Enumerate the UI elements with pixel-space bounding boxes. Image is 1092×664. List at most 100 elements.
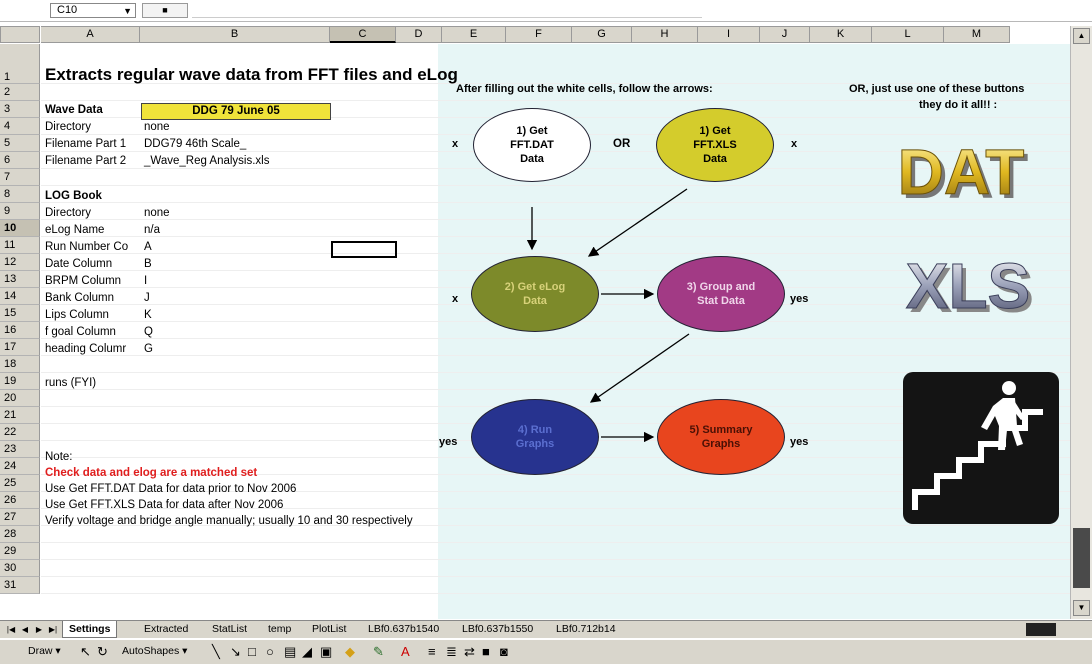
formula-input[interactable]	[192, 3, 702, 18]
shadow-icon[interactable]: ■	[482, 644, 490, 659]
row-header-24[interactable]: 24	[0, 458, 40, 475]
sheet-tab-settings[interactable]: Settings	[62, 621, 118, 638]
autoshapes-menu-button[interactable]: AutoShapes ▾	[122, 645, 187, 657]
column-header-d[interactable]: D	[396, 26, 442, 43]
mark-yes-summary: yes	[790, 436, 809, 448]
wordart-icon[interactable]: ◢	[302, 644, 312, 660]
row-header-1[interactable]: 1	[0, 44, 40, 84]
column-header-h[interactable]: H	[632, 26, 698, 43]
sheet-tab-lbf0-712b14[interactable]: LBf0.712b14	[550, 621, 622, 638]
textbox-icon[interactable]: ▤	[284, 644, 296, 660]
line-icon[interactable]: ╲	[212, 644, 220, 660]
arrow-icon[interactable]: ↘	[230, 644, 241, 660]
scroll-down-button[interactable]: ▼	[1073, 600, 1090, 616]
column-header-b[interactable]: B	[140, 26, 330, 43]
column-header-a[interactable]: A	[41, 26, 140, 43]
vertical-scrollbar[interactable]: ▲ ▼	[1070, 26, 1092, 619]
column-header-k[interactable]: K	[810, 26, 872, 43]
column-header-f[interactable]: F	[506, 26, 572, 43]
row-header-2[interactable]: 2	[0, 84, 40, 101]
row-header-11[interactable]: 11	[0, 237, 40, 254]
sheet-tab-extracted[interactable]: Extracted	[138, 621, 194, 638]
row-header-6[interactable]: 6	[0, 152, 40, 169]
font-color-icon[interactable]: A	[401, 644, 410, 659]
worksheet-grid[interactable]: Extracts regular wave data from FFT file…	[41, 44, 1070, 619]
flow-node-get-fft-xls[interactable]: 1) Get FFT.XLS Data	[656, 108, 774, 182]
next-sheet-icon[interactable]: ▶	[32, 623, 46, 636]
flow-node-group-stat[interactable]: 3) Group and Stat Data	[657, 256, 785, 332]
row-header-27[interactable]: 27	[0, 509, 40, 526]
line-color-icon[interactable]: ✎	[373, 644, 384, 660]
sheet-tab-plotlist[interactable]: PlotList	[306, 621, 352, 638]
row-header-17[interactable]: 17	[0, 339, 40, 356]
sheet-tab-lbf0-637b1550[interactable]: LBf0.637b1550	[456, 621, 539, 638]
row-header-5[interactable]: 5	[0, 135, 40, 152]
select-all-corner[interactable]	[0, 26, 40, 43]
flow-node-run-graphs[interactable]: 4) Run Graphs	[471, 399, 599, 475]
row-header-29[interactable]: 29	[0, 543, 40, 560]
row-header-8[interactable]: 8	[0, 186, 40, 203]
row-header-23[interactable]: 23	[0, 441, 40, 458]
row-header-18[interactable]: 18	[0, 356, 40, 373]
line-style-icon[interactable]: ≡	[428, 644, 436, 659]
arrow-style-icon[interactable]: ⇄	[464, 644, 475, 660]
row-header-20[interactable]: 20	[0, 390, 40, 407]
rectangle-icon[interactable]: □	[248, 644, 256, 659]
row-header-13[interactable]: 13	[0, 271, 40, 288]
select-objects-icon[interactable]: ↖	[80, 644, 91, 660]
free-rotate-icon[interactable]: ↻	[97, 644, 108, 660]
sheet-tab-temp[interactable]: temp	[262, 621, 297, 638]
sheet-tab-lbf0-637b1540[interactable]: LBf0.637b1540	[362, 621, 445, 638]
oval-icon[interactable]: ○	[266, 644, 274, 659]
column-header-e[interactable]: E	[442, 26, 506, 43]
column-header-m[interactable]: M	[944, 26, 1010, 43]
fill-color-icon[interactable]: ◆	[345, 644, 355, 660]
row-header-25[interactable]: 25	[0, 475, 40, 492]
row-header-16[interactable]: 16	[0, 322, 40, 339]
flow-node-summary-graphs[interactable]: 5) Summary Graphs	[657, 399, 785, 475]
flow-node-label: 1) Get FFT.XLS Data	[693, 125, 737, 165]
row-header-14[interactable]: 14	[0, 288, 40, 305]
column-header-i[interactable]: I	[698, 26, 760, 43]
row-header-30[interactable]: 30	[0, 560, 40, 577]
row-header-31[interactable]: 31	[0, 577, 40, 594]
column-header-j[interactable]: J	[760, 26, 810, 43]
get-dat-button[interactable]: DAT DAT	[881, 136, 1041, 213]
column-header-l[interactable]: L	[872, 26, 944, 43]
row-header-19[interactable]: 19	[0, 373, 40, 390]
column-header-c[interactable]: C	[330, 26, 396, 43]
row-header-28[interactable]: 28	[0, 526, 40, 543]
name-box[interactable]: C10 ▼	[50, 3, 136, 18]
row-header-4[interactable]: 4	[0, 118, 40, 135]
row-header-26[interactable]: 26	[0, 492, 40, 509]
get-xls-button[interactable]: XLS XLS	[881, 250, 1056, 327]
row-header-15[interactable]: 15	[0, 305, 40, 322]
row-header-3[interactable]: 3	[0, 101, 40, 118]
row-header-12[interactable]: 12	[0, 254, 40, 271]
horizontal-scrollbar[interactable]	[1026, 623, 1090, 636]
scroll-up-button[interactable]: ▲	[1073, 28, 1090, 44]
mark-x-elog: x	[452, 293, 459, 305]
draw-menu-button[interactable]: Draw ▾	[28, 645, 61, 657]
sheet-tab-statlist[interactable]: StatList	[206, 621, 253, 638]
column-header-g[interactable]: G	[572, 26, 632, 43]
dash-style-icon[interactable]: ≣	[446, 644, 457, 660]
chevron-down-icon[interactable]: ▼	[123, 5, 132, 18]
run-all-stairs-button[interactable]	[903, 372, 1059, 524]
horizontal-scroll-thumb[interactable]	[1026, 623, 1056, 636]
row-header-7[interactable]: 7	[0, 169, 40, 186]
row-header-9[interactable]: 9	[0, 203, 40, 220]
flow-node-get-fft-dat[interactable]: 1) Get FFT.DAT Data	[473, 108, 591, 182]
row-header-21[interactable]: 21	[0, 407, 40, 424]
prev-sheet-icon[interactable]: ◀	[18, 623, 32, 636]
3d-icon[interactable]: ◙	[500, 644, 508, 659]
flow-node-label: 3) Group and Stat Data	[686, 281, 756, 307]
formula-bar-divider[interactable]: ■	[142, 3, 188, 18]
flow-node-get-elog[interactable]: 2) Get eLog Data	[471, 256, 599, 332]
clipart-icon[interactable]: ▣	[320, 644, 332, 660]
row-header-10[interactable]: 10	[0, 220, 40, 237]
row-header-22[interactable]: 22	[0, 424, 40, 441]
last-sheet-icon[interactable]: ▶|	[46, 623, 60, 636]
scroll-thumb[interactable]	[1073, 528, 1090, 588]
first-sheet-icon[interactable]: |◀	[4, 623, 18, 636]
